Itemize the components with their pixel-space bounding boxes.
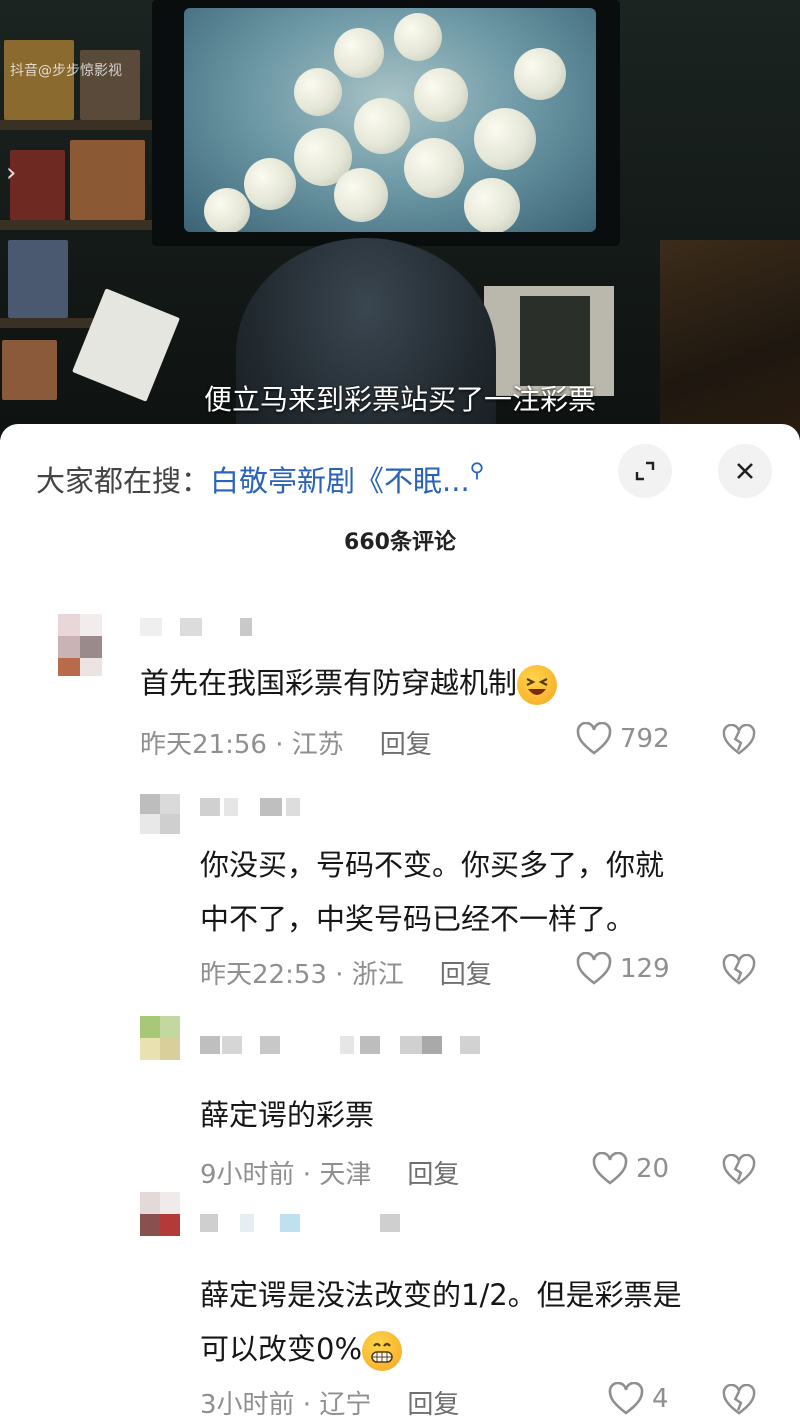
lottery-ball bbox=[474, 108, 536, 170]
lottery-ball bbox=[514, 48, 566, 100]
shelf-item bbox=[4, 40, 74, 120]
comment-sheet: 大家都在搜：白敬亭新剧《不眠...⚲ 660条评论 首先在我国彩票有防穿越机制 bbox=[0, 424, 800, 1426]
lottery-ball bbox=[394, 13, 442, 61]
lottery-ball bbox=[464, 178, 520, 232]
comment-count: 660条评论 bbox=[344, 530, 456, 555]
comment-text-line: 可以改变0% bbox=[200, 1332, 363, 1366]
reply-button[interactable]: 回复 bbox=[380, 730, 432, 760]
heart-icon bbox=[592, 1152, 628, 1185]
comment-meta: 昨天21:56 · 江苏 回复 bbox=[140, 724, 432, 761]
close-button[interactable] bbox=[718, 444, 772, 498]
broken-heart-icon bbox=[722, 953, 756, 985]
like-count: 792 bbox=[620, 724, 670, 754]
like-count: 20 bbox=[636, 1154, 670, 1184]
lottery-ball bbox=[244, 158, 296, 210]
avatar[interactable] bbox=[140, 794, 186, 834]
shelf-item bbox=[10, 150, 65, 220]
search-prefix: 大家都在搜： bbox=[36, 464, 211, 498]
lottery-ball bbox=[334, 168, 388, 222]
shelf-item bbox=[8, 240, 68, 318]
comment-text: 你没买，号码不变。你买多了，你就 中不了，中奖号码已经不一样了。 bbox=[200, 838, 664, 946]
like-button[interactable]: 129 bbox=[576, 952, 670, 986]
heart-icon bbox=[608, 1382, 644, 1415]
like-button[interactable]: 4 bbox=[608, 1382, 669, 1416]
watermark: 抖音@步步惊影视 bbox=[10, 63, 122, 79]
dislike-button[interactable] bbox=[722, 723, 756, 760]
comment-text-line: 薛定谔是没法改变的1/2。但是彩票是 bbox=[200, 1278, 682, 1312]
lottery-ball bbox=[204, 188, 250, 232]
like-button[interactable]: 792 bbox=[576, 722, 670, 756]
search-icon[interactable]: ⚲ bbox=[470, 458, 485, 482]
comment-text-line: 你没买，号码不变。你买多了，你就 bbox=[200, 848, 665, 882]
shelf bbox=[0, 220, 160, 230]
comment-text-line: 中不了，中奖号码已经不一样了。 bbox=[200, 902, 636, 936]
username-blurred[interactable] bbox=[200, 798, 320, 818]
comment-item: 薛定谔的彩票 9小时前 · 天津 回复 20 bbox=[0, 1016, 800, 1190]
username-blurred[interactable] bbox=[200, 1214, 420, 1234]
comment-time-location: 9小时前 · 天津 bbox=[200, 1160, 372, 1190]
dislike-button[interactable] bbox=[722, 953, 756, 990]
avatar[interactable] bbox=[140, 1192, 186, 1236]
dislike-button[interactable] bbox=[722, 1153, 756, 1190]
comment-time-location: 昨天22:53 · 浙江 bbox=[200, 960, 404, 990]
broken-heart-icon bbox=[722, 1383, 756, 1415]
comment-text-content: 首先在我国彩票有防穿越机制 bbox=[140, 666, 518, 700]
video-subtitle: 便立马来到彩票站买了一注彩票 bbox=[203, 383, 596, 416]
comment-text: 薛定谔是没法改变的1/2。但是彩票是 可以改变0% bbox=[200, 1268, 682, 1376]
comment-text: 首先在我国彩票有防穿越机制 bbox=[140, 656, 558, 710]
avatar[interactable] bbox=[58, 614, 104, 676]
lottery-ball bbox=[404, 138, 464, 198]
heart-icon bbox=[576, 722, 612, 755]
comment-item: 首先在我国彩票有防穿越机制 昨天21:56 · 江苏 回复 792 bbox=[0, 614, 800, 764]
reply-button[interactable]: 回复 bbox=[440, 960, 492, 990]
dislike-button[interactable] bbox=[722, 1383, 756, 1420]
broken-heart-icon bbox=[722, 1153, 756, 1185]
username-blurred[interactable] bbox=[140, 618, 260, 638]
comment-meta: 9小时前 · 天津 回复 bbox=[200, 1154, 459, 1191]
grinning-emoji-icon bbox=[362, 1331, 403, 1371]
avatar[interactable] bbox=[140, 1016, 186, 1060]
expand-icon bbox=[635, 461, 655, 481]
comment-item: 你没买，号码不变。你买多了，你就 中不了，中奖号码已经不一样了。 昨天22:53… bbox=[0, 794, 800, 994]
search-suggestion[interactable]: 大家都在搜：白敬亭新剧《不眠...⚲ bbox=[36, 458, 484, 500]
laughing-emoji-icon bbox=[517, 665, 558, 705]
expand-button[interactable] bbox=[618, 444, 672, 498]
lottery-ball bbox=[334, 28, 384, 78]
close-icon bbox=[737, 463, 753, 479]
heart-icon bbox=[576, 952, 612, 985]
comment-item: 薛定谔是没法改变的1/2。但是彩票是 可以改变0% 3小时前 · 辽宁 回复 4 bbox=[0, 1192, 800, 1422]
poster bbox=[520, 296, 590, 386]
shelf bbox=[0, 120, 160, 130]
tv-screen bbox=[184, 8, 596, 232]
chevron-right-icon[interactable]: › bbox=[6, 158, 16, 188]
comment-meta: 昨天22:53 · 浙江 回复 bbox=[200, 954, 492, 991]
like-count: 129 bbox=[620, 954, 670, 984]
reply-button[interactable]: 回复 bbox=[407, 1160, 459, 1190]
like-count: 4 bbox=[652, 1384, 669, 1414]
like-button[interactable]: 20 bbox=[592, 1152, 669, 1186]
lottery-ball bbox=[294, 68, 342, 116]
shelf-item bbox=[70, 140, 145, 220]
lottery-ball bbox=[354, 98, 410, 154]
reply-button[interactable]: 回复 bbox=[407, 1390, 459, 1420]
video-player[interactable]: 抖音@步步惊影视 › 便立马来到彩票站买了一注彩票 bbox=[0, 0, 800, 440]
comment-meta: 3小时前 · 辽宁 回复 bbox=[200, 1384, 459, 1421]
lottery-ball bbox=[414, 68, 468, 122]
search-link[interactable]: 白敬亭新剧《不眠... bbox=[210, 464, 470, 498]
username-blurred[interactable] bbox=[200, 1036, 490, 1056]
comment-text: 薛定谔的彩票 bbox=[200, 1098, 375, 1132]
comment-time-location: 昨天21:56 · 江苏 bbox=[140, 730, 344, 760]
comment-time-location: 3小时前 · 辽宁 bbox=[200, 1390, 372, 1420]
broken-heart-icon bbox=[722, 723, 756, 755]
